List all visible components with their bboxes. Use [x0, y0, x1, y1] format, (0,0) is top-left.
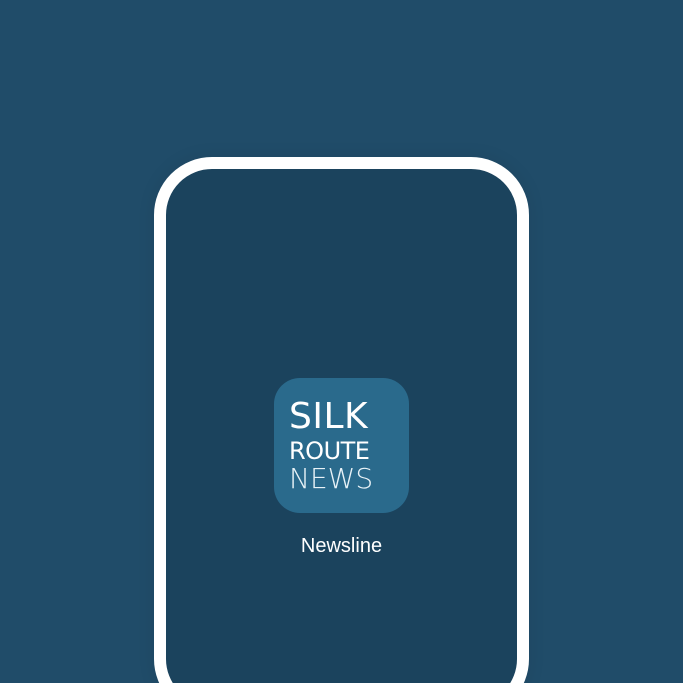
logo-line-news: NEWS — [289, 462, 374, 495]
app-icon[interactable]: SILK ROUTE NEWS — [274, 378, 409, 513]
app-name: Newsline — [300, 535, 383, 557]
logo-line-route: ROUTE — [289, 437, 370, 465]
splash-screen: SILK ROUTE NEWS Newsline — [0, 0, 683, 683]
logo-line-silk: SILK — [289, 396, 369, 437]
